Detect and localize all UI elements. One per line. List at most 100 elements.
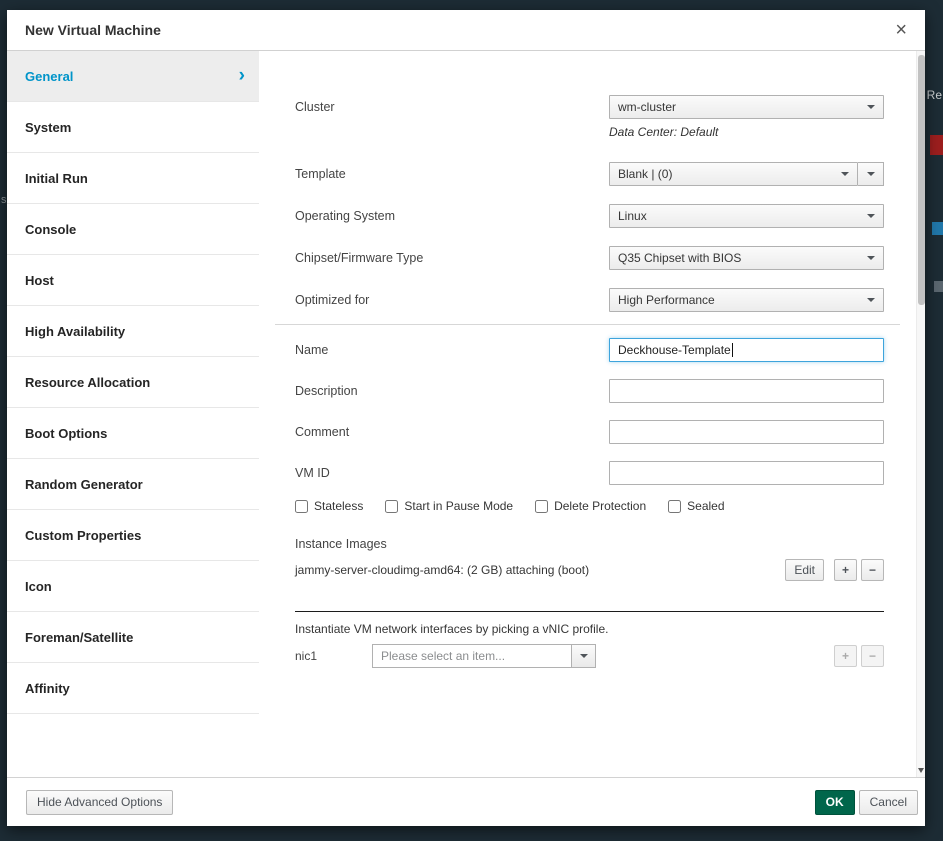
comment-input[interactable] [609, 420, 884, 444]
vnic-profile-placeholder: Please select an item... [372, 644, 572, 668]
vm-flags-row: Stateless Start in Pause Mode Delete Pro… [295, 499, 884, 513]
name-label: Name [295, 343, 609, 357]
chevron-right-icon: › [239, 65, 245, 87]
sidebar-item-system[interactable]: System [7, 102, 259, 153]
sealed-label: Sealed [687, 499, 724, 513]
cluster-select[interactable]: wm-cluster [609, 95, 884, 119]
sidebar-item-label: High Availability [25, 324, 125, 339]
ok-button[interactable]: OK [815, 790, 855, 815]
stateless-label: Stateless [314, 499, 363, 513]
general-tab-content: Cluster wm-cluster Data Center: Default … [259, 51, 925, 777]
sidebar-item-label: Resource Allocation [25, 375, 150, 390]
delete-protection-checkbox[interactable] [535, 500, 548, 513]
chevron-down-icon [867, 298, 875, 302]
scrollbar-down-arrow-icon[interactable] [918, 768, 924, 773]
sidebar-item-label: Boot Options [25, 426, 107, 441]
cancel-button[interactable]: Cancel [859, 790, 918, 815]
content-scrollbar[interactable] [916, 51, 925, 777]
dialog-title: New Virtual Machine [25, 22, 161, 38]
sidebar-item-foreman-satellite[interactable]: Foreman/Satellite [7, 612, 259, 663]
sealed-checkbox-group: Sealed [668, 499, 724, 513]
hide-advanced-options-button[interactable]: Hide Advanced Options [26, 790, 173, 815]
vm-name-input[interactable]: Deckhouse-Template [609, 338, 884, 362]
description-input[interactable] [609, 379, 884, 403]
chevron-down-icon [867, 256, 875, 260]
sidebar-item-high-availability[interactable]: High Availability [7, 306, 259, 357]
sidebar-item-affinity[interactable]: Affinity [7, 663, 259, 714]
operating-system-select[interactable]: Linux [609, 204, 884, 228]
sidebar-item-label: Console [25, 222, 76, 237]
delete-protection-checkbox-group: Delete Protection [535, 499, 646, 513]
cluster-selected-value: wm-cluster [618, 100, 676, 114]
sidebar-item-label: Icon [25, 579, 52, 594]
instance-image-row: jammy-server-cloudimg-amd64: (2 GB) atta… [295, 559, 884, 581]
chipset-firmware-label: Chipset/Firmware Type [295, 251, 609, 265]
chevron-down-icon [580, 654, 588, 658]
sidebar-item-icon[interactable]: Icon [7, 561, 259, 612]
sidebar-item-label: Affinity [25, 681, 70, 696]
sealed-checkbox[interactable] [668, 500, 681, 513]
start-in-pause-label: Start in Pause Mode [404, 499, 513, 513]
nic1-label: nic1 [295, 649, 372, 663]
remove-image-button[interactable]: − [861, 559, 884, 581]
add-nic-button[interactable]: + [834, 645, 857, 667]
comment-label: Comment [295, 425, 609, 439]
delete-protection-label: Delete Protection [554, 499, 646, 513]
backdrop-gray-fragment [934, 281, 943, 292]
vm-name-value: Deckhouse-Template [618, 343, 731, 357]
vnic-profile-dropdown-button[interactable] [572, 644, 596, 668]
sidebar-item-label: Random Generator [25, 477, 143, 492]
optimized-for-label: Optimized for [295, 293, 609, 307]
dialog-sidebar: General › System Initial Run Console Hos… [7, 51, 259, 777]
sidebar-item-label: General [25, 69, 73, 84]
edit-image-button[interactable]: Edit [785, 559, 824, 581]
sidebar-item-initial-run[interactable]: Initial Run [7, 153, 259, 204]
template-subversion-select[interactable] [858, 162, 884, 186]
optimized-for-selected-value: High Performance [618, 293, 715, 307]
operating-system-label: Operating System [295, 209, 609, 223]
text-cursor [732, 343, 733, 357]
dialog-body: General › System Initial Run Console Hos… [7, 51, 925, 777]
sidebar-item-host[interactable]: Host [7, 255, 259, 306]
nic-row: nic1 Please select an item... + − [295, 644, 884, 668]
sidebar-item-resource-allocation[interactable]: Resource Allocation [7, 357, 259, 408]
optimized-for-select[interactable]: High Performance [609, 288, 884, 312]
stateless-checkbox-group: Stateless [295, 499, 363, 513]
cluster-label: Cluster [295, 100, 609, 114]
dialog-footer: Hide Advanced Options OK Cancel [7, 777, 925, 826]
chipset-firmware-select[interactable]: Q35 Chipset with BIOS [609, 246, 884, 270]
sidebar-item-random-generator[interactable]: Random Generator [7, 459, 259, 510]
template-selected-value: Blank | (0) [618, 167, 672, 181]
sidebar-item-label: Host [25, 273, 54, 288]
data-center-hint: Data Center: Default [609, 125, 884, 139]
add-image-button[interactable]: + [834, 559, 857, 581]
vm-id-input[interactable] [609, 461, 884, 485]
vnic-profile-combobox[interactable]: Please select an item... [372, 644, 596, 668]
sidebar-item-label: System [25, 120, 71, 135]
close-icon[interactable]: × [895, 20, 907, 40]
scrollbar-thumb[interactable] [918, 55, 925, 305]
chevron-down-icon [867, 214, 875, 218]
chevron-down-icon [867, 172, 875, 176]
sidebar-item-custom-properties[interactable]: Custom Properties [7, 510, 259, 561]
section-divider [275, 324, 900, 325]
template-label: Template [295, 167, 609, 181]
remove-nic-button[interactable]: − [861, 645, 884, 667]
sidebar-item-label: Custom Properties [25, 528, 141, 543]
sidebar-item-general[interactable]: General › [7, 51, 259, 102]
start-in-pause-checkbox-group: Start in Pause Mode [385, 499, 513, 513]
sidebar-item-boot-options[interactable]: Boot Options [7, 408, 259, 459]
new-vm-dialog: New Virtual Machine × General › System I… [7, 10, 925, 826]
backdrop-text-fragment-right: Re [927, 88, 942, 102]
description-label: Description [295, 384, 609, 398]
backdrop-red-fragment [930, 135, 943, 155]
chipset-firmware-selected-value: Q35 Chipset with BIOS [618, 251, 741, 265]
sidebar-item-console[interactable]: Console [7, 204, 259, 255]
template-select[interactable]: Blank | (0) [609, 162, 858, 186]
backdrop-blue-fragment [932, 222, 943, 235]
start-in-pause-checkbox[interactable] [385, 500, 398, 513]
chevron-down-icon [867, 105, 875, 109]
stateless-checkbox[interactable] [295, 500, 308, 513]
dialog-header: New Virtual Machine × [7, 10, 925, 51]
instance-image-text: jammy-server-cloudimg-amd64: (2 GB) atta… [295, 563, 785, 577]
